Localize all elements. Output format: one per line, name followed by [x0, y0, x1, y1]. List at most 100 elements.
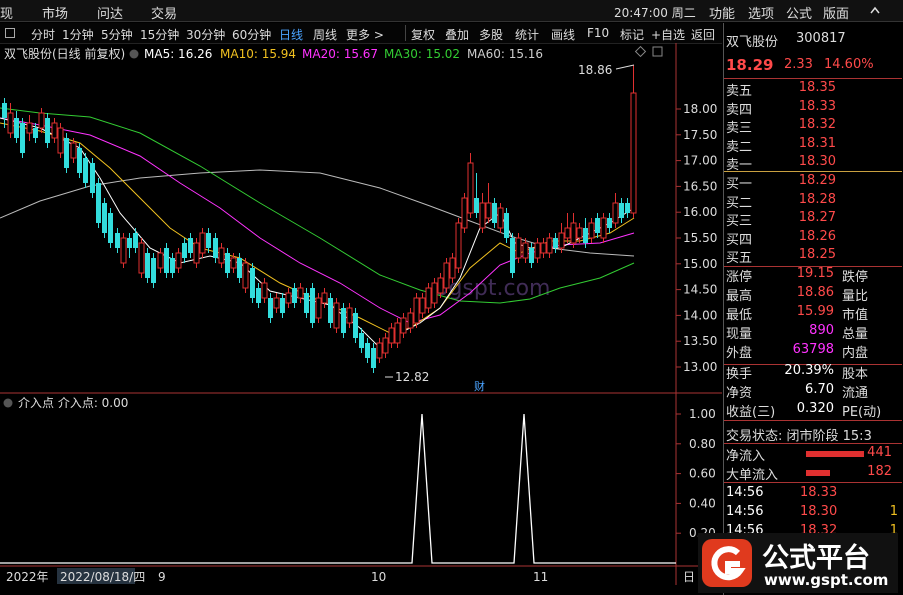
candle-body	[304, 293, 309, 313]
candle-body	[437, 277, 444, 294]
candle-body	[51, 122, 58, 139]
menu-item-function[interactable]: 功能	[709, 3, 735, 22]
mark-button[interactable]: 标记	[620, 26, 644, 43]
logo-url: www.gspt.com	[764, 571, 889, 589]
window-icon[interactable]	[5, 28, 15, 38]
net-inflow-bar	[806, 451, 864, 457]
candle-body	[297, 287, 304, 299]
price-tick-label: 13.50	[683, 334, 717, 348]
menu-item-view[interactable]: 现	[0, 3, 13, 22]
sub-tick-label: 0.60	[689, 467, 716, 481]
square-icon[interactable]	[652, 46, 663, 57]
financial-report-marker[interactable]: 财	[474, 379, 485, 393]
tick-time: 14:56	[726, 485, 764, 500]
menu-item-wenda[interactable]: 问达	[97, 3, 123, 22]
candle-body	[164, 248, 169, 273]
candle-body	[522, 242, 529, 259]
tab-period-5min[interactable]: 5分钟	[101, 26, 133, 43]
candle-body	[188, 238, 193, 253]
diamond-icon[interactable]	[634, 45, 647, 58]
price-tick-label: 14.00	[683, 308, 717, 322]
tab-period-more[interactable]: 更多 >	[346, 26, 384, 43]
candle-body	[206, 233, 211, 248]
multi-stock-button[interactable]: 多股	[479, 26, 503, 43]
candle-body	[353, 313, 358, 338]
price-tick-label: 18.00	[683, 102, 717, 116]
candle-body	[268, 298, 273, 318]
tab-period-1min[interactable]: 1分钟	[62, 26, 94, 43]
menu-item-trade[interactable]: 交易	[151, 3, 177, 22]
tab-period-fenshi[interactable]: 分时	[31, 26, 55, 43]
stat-row-2: 最低 15.99 市值	[724, 304, 902, 323]
statistics-button[interactable]: 统计	[515, 26, 539, 43]
menu-item-layout[interactable]: 版面	[823, 3, 849, 22]
tick-row: 14:56 18.33	[724, 485, 902, 504]
ma30-label: MA30: 15.02	[384, 47, 460, 61]
overlay-button[interactable]: 叠加	[445, 26, 469, 43]
candle-body	[612, 202, 619, 224]
trade-status: 交易状态: 闭市阶段 15:3	[726, 429, 872, 444]
candle-body	[474, 198, 479, 213]
ask-row-5-value: 18.35	[798, 80, 836, 95]
f10-button[interactable]: F10	[587, 26, 609, 40]
tab-period-60min[interactable]: 60分钟	[232, 26, 271, 43]
tick-price: 18.30	[800, 504, 838, 519]
chart-area[interactable]: 双飞股份(日线 前复权) MA5: 16.26 MA10: 15.94 MA20…	[0, 43, 722, 595]
sub-chart-title: 介入点 介入点: 0.00	[18, 396, 128, 410]
candle-body	[170, 258, 175, 273]
date-label-oct: 10	[371, 570, 386, 584]
price-tick-label: 17.00	[683, 154, 717, 168]
sub-chart-header: 介入点 介入点: 0.00	[3, 396, 128, 410]
candle-body	[413, 297, 420, 324]
candle-body	[461, 197, 468, 229]
fuquan-button[interactable]: 复权	[411, 26, 435, 43]
price-tick-label: 15.50	[683, 231, 717, 245]
tab-period-30min[interactable]: 30分钟	[186, 26, 225, 43]
candle-body	[7, 112, 14, 134]
back-button[interactable]: 返回	[691, 26, 715, 43]
price-axis: 18.00 17.50 17.00 16.50 16.00 15.50 15.00 14.50…	[676, 102, 717, 374]
bid-row-3-value: 18.27	[798, 210, 836, 225]
menu-item-market[interactable]: 市场	[42, 3, 68, 22]
candle-body	[218, 247, 225, 264]
sub-axis: 1.000.800.600.400.20	[676, 407, 716, 540]
candle-body	[57, 127, 64, 154]
candle-body	[33, 128, 38, 138]
stat2-row-2: 收益(三) 0.320 PE(动)	[724, 401, 902, 420]
candle-body	[382, 337, 389, 354]
add-watchlist-button[interactable]: +自选	[651, 26, 685, 43]
candle-body	[510, 238, 515, 273]
candle-body	[256, 288, 261, 303]
tab-period-15min[interactable]: 15分钟	[140, 26, 179, 43]
date-axis-end[interactable]: 日	[683, 570, 695, 584]
low-marker-label: 12.82	[395, 370, 429, 384]
candle-body	[376, 342, 383, 359]
candle-body	[492, 203, 497, 223]
draw-line-button[interactable]: 画线	[551, 26, 575, 43]
price-row: 18.29 2.33 14.60%	[724, 56, 902, 75]
candle-body	[199, 232, 206, 254]
bid-row-1-value: 18.29	[798, 173, 836, 188]
candle-body	[45, 118, 50, 143]
candle-body	[315, 297, 322, 319]
candle-body	[467, 162, 474, 214]
collapse-icon[interactable]	[3, 398, 13, 408]
ask-row-3: 卖三 18.32	[724, 117, 902, 136]
candle-body	[182, 243, 187, 258]
candle-body	[564, 227, 571, 239]
candle-body	[341, 308, 346, 333]
tab-period-weekly[interactable]: 周线	[313, 26, 337, 43]
price-tick-label: 13.00	[683, 360, 717, 374]
bid-row-1: 买一 18.29	[724, 173, 902, 192]
menu-item-options[interactable]: 选项	[748, 3, 774, 22]
candle-body	[108, 213, 113, 243]
tab-period-daily[interactable]: 日线	[279, 26, 303, 43]
menu-item-formula[interactable]: 公式	[786, 3, 812, 22]
candle-body	[70, 142, 77, 159]
candle-body	[321, 292, 328, 304]
stat2-row-2-label2: PE(动)	[842, 405, 882, 420]
collapse-icon[interactable]	[129, 49, 139, 59]
candle-body	[346, 307, 353, 324]
chevron-up-icon[interactable]	[869, 5, 881, 17]
stat-row-4-value: 63798	[792, 342, 834, 357]
